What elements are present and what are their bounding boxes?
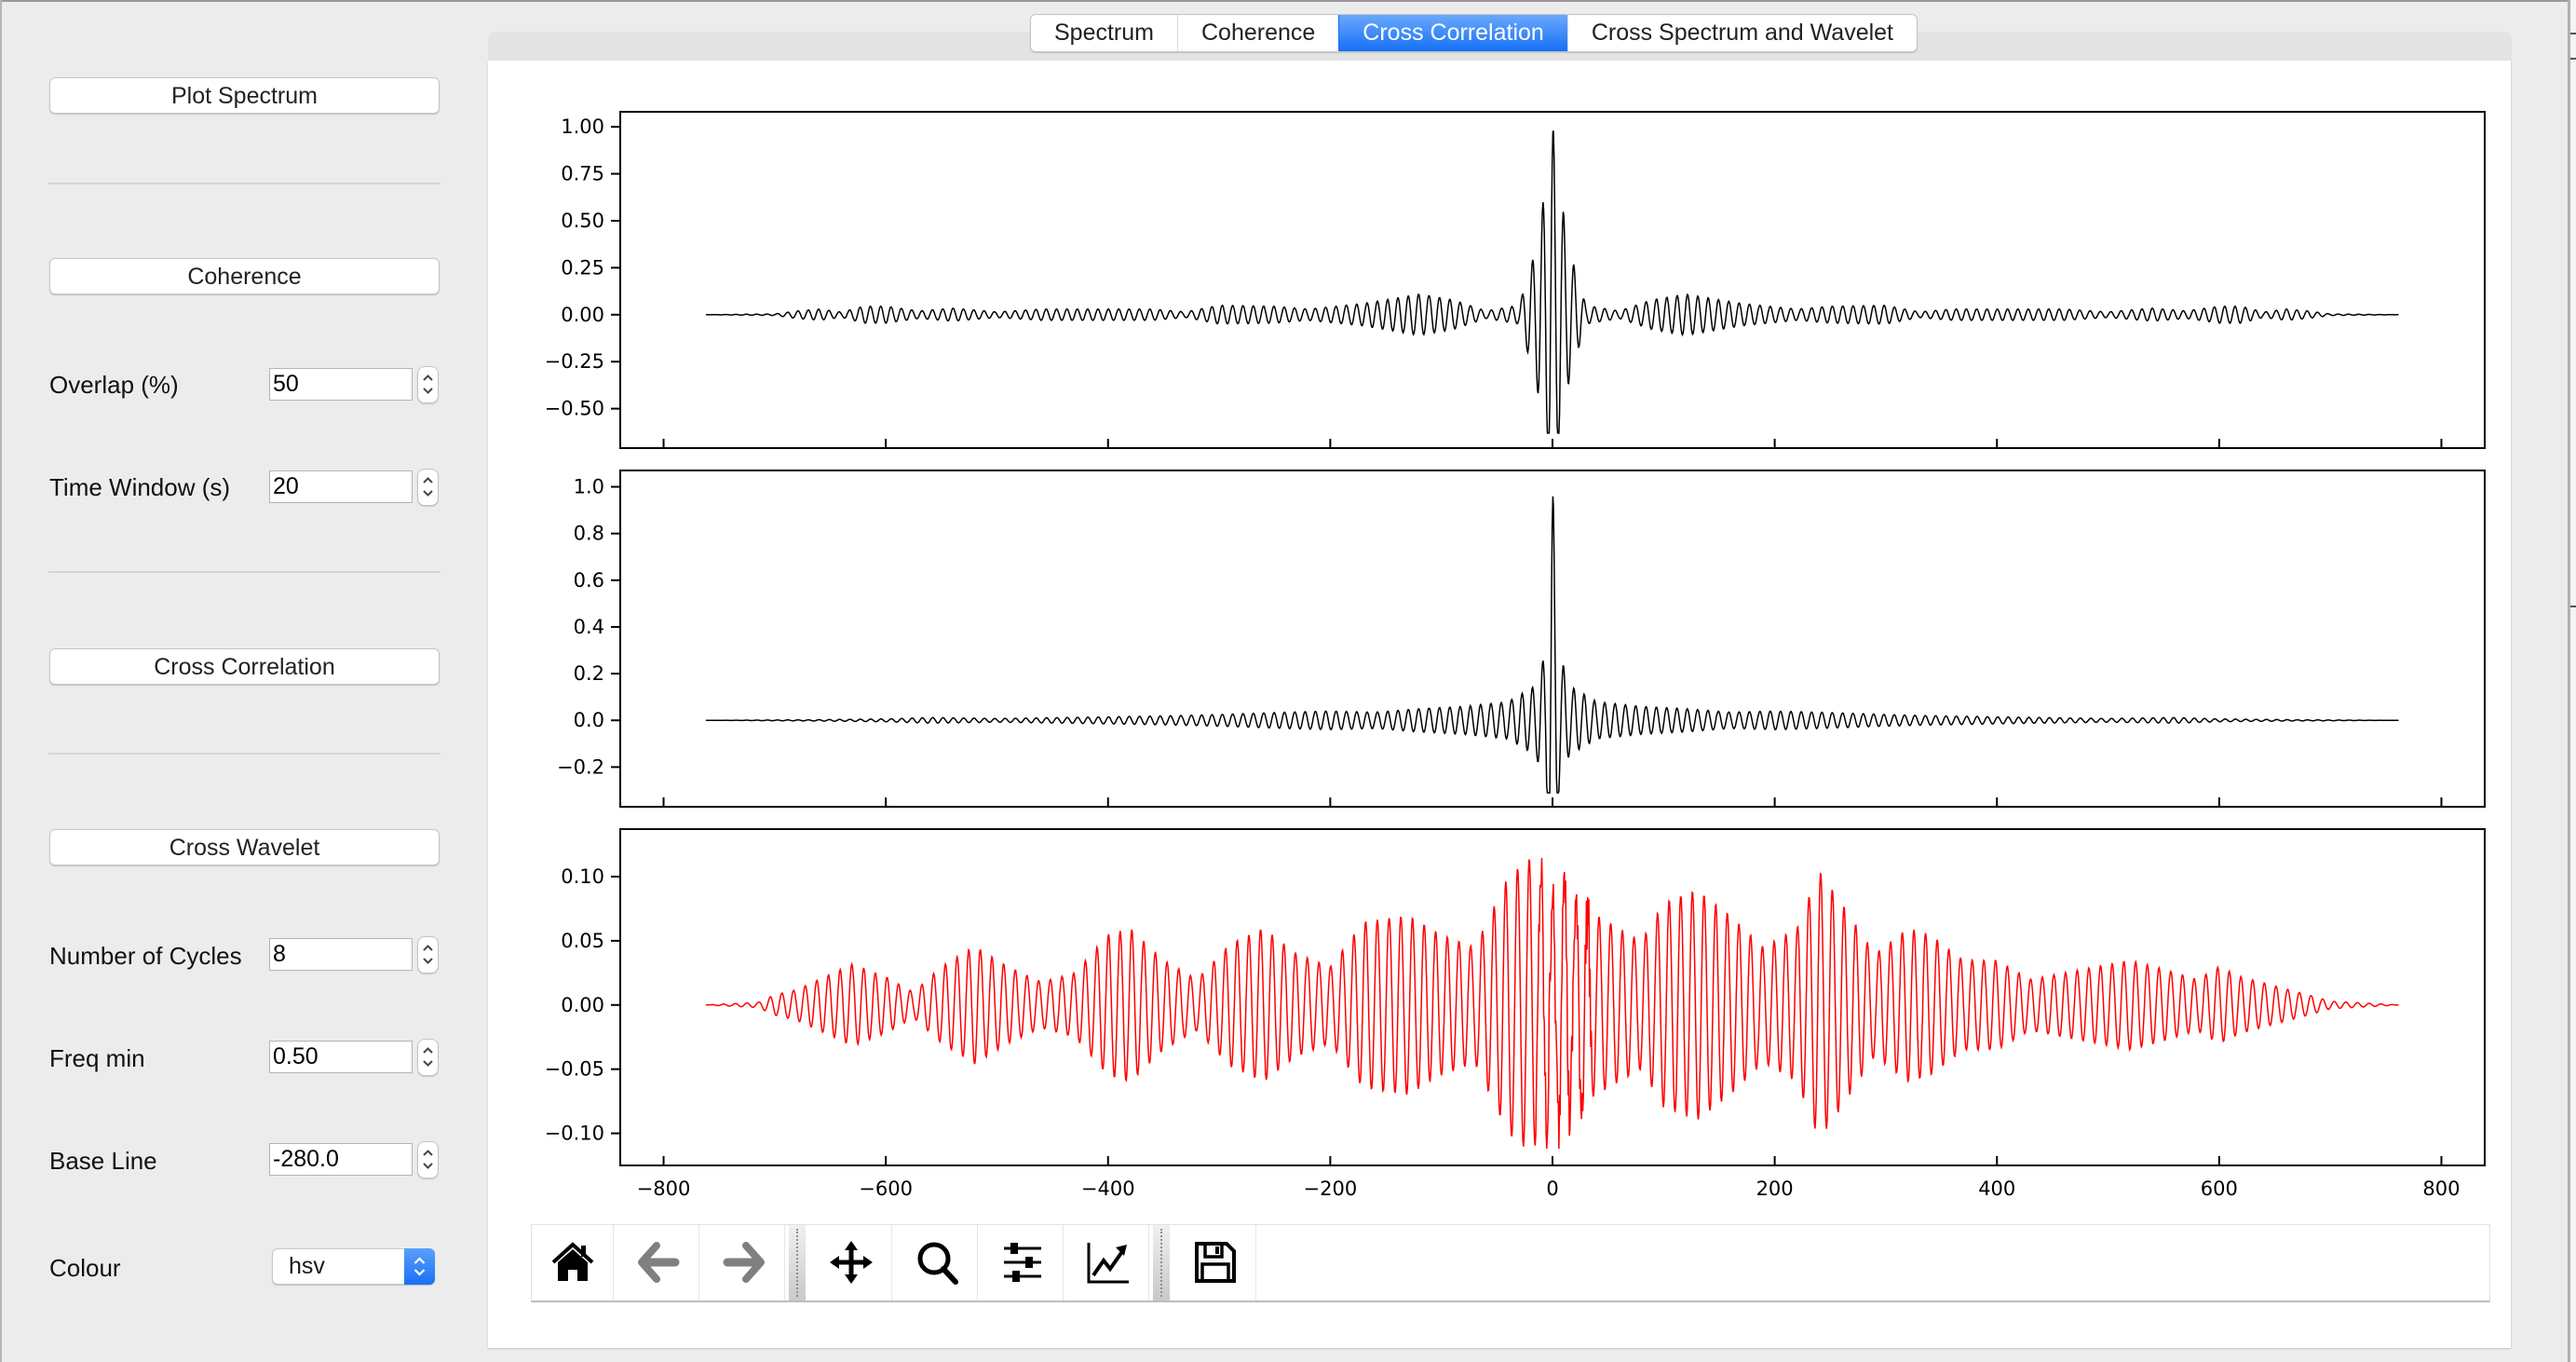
x-tick-label: 600 — [2201, 1178, 2238, 1200]
x-tick-label: −200 — [1304, 1178, 1358, 1200]
stepper-arrows-icon — [423, 1047, 433, 1067]
y-tick-label: 0.75 — [561, 163, 604, 185]
number-of-cycles-stepper[interactable] — [417, 936, 439, 974]
magnifier-icon — [917, 1242, 958, 1285]
overlap-input[interactable]: 50 — [269, 368, 413, 401]
coherence-button[interactable]: Coherence — [49, 258, 440, 294]
x-tick-label: −400 — [1081, 1178, 1135, 1200]
window-left-border — [0, 0, 2, 1362]
colour-select-value: hsv — [289, 1253, 325, 1279]
matplotlib-figure[interactable]: 1.000.750.500.250.00−0.25−0.501.00.80.60… — [488, 82, 2511, 1219]
y-tick-label: 0.05 — [561, 930, 604, 952]
stepper-arrows-icon — [423, 375, 433, 394]
axes-frame — [619, 828, 2486, 1166]
time-window-label: Time Window (s) — [49, 473, 231, 501]
x-tick-label: 200 — [1756, 1178, 1794, 1200]
y-tick-label: −0.50 — [545, 398, 604, 420]
x-tick-label: 400 — [1978, 1178, 2015, 1200]
home-icon — [551, 1242, 594, 1281]
back-button[interactable] — [617, 1225, 698, 1301]
window-top-border — [0, 0, 2570, 2]
y-tick-label: 1.00 — [561, 116, 604, 138]
move-icon — [830, 1241, 873, 1284]
toolbar-separator — [789, 1225, 806, 1301]
divider — [48, 571, 441, 573]
y-tick-label: 0.00 — [561, 994, 604, 1016]
home-button[interactable] — [532, 1225, 613, 1301]
tab-coherence[interactable]: Coherence — [1176, 15, 1338, 51]
divider — [48, 183, 441, 184]
navigation-toolbar — [531, 1224, 2490, 1302]
cross-wavelet-button[interactable]: Cross Wavelet — [49, 829, 440, 865]
number-of-cycles-label: Number of Cycles — [49, 942, 242, 970]
y-tick-label: 0.10 — [561, 865, 604, 888]
stepper-arrows-icon — [423, 1150, 433, 1169]
colour-label: Colour — [49, 1254, 121, 1282]
base-line-label: Base Line — [49, 1147, 157, 1175]
y-tick-label: 0.6 — [574, 569, 604, 592]
freq-min-stepper[interactable] — [417, 1039, 439, 1076]
zoom-button[interactable] — [896, 1225, 977, 1301]
arrow-left-icon — [638, 1242, 680, 1283]
axes-1[interactable]: 1.00 0.75 0.50 0.25 0.00 −0.25 −0.50 — [545, 111, 2486, 449]
axes-2[interactable]: 1.0 0.8 0.6 0.4 0.2 0.0 −0.2 — [557, 470, 2486, 808]
divider — [48, 753, 441, 755]
toolbar-separator — [1153, 1225, 1170, 1301]
time-window-input[interactable]: 20 — [269, 470, 413, 503]
number-of-cycles-input[interactable]: 8 — [269, 938, 413, 971]
arrow-right-icon — [723, 1242, 765, 1283]
tab-cross-spectrum-and-wavelet[interactable]: Cross Spectrum and Wavelet — [1566, 15, 1917, 51]
y-tick-label: −0.05 — [545, 1058, 604, 1081]
y-tick-label: 0.00 — [561, 304, 604, 326]
series-line-1 — [705, 130, 2399, 434]
base-line-input[interactable]: -280.0 — [269, 1143, 413, 1176]
base-line-stepper[interactable] — [417, 1141, 439, 1178]
axes-3[interactable]: −800 −600 −400 −200 0 200 400 600 800 0.10 0.05 0.0… — [545, 828, 2486, 1200]
freq-min-input[interactable]: 0.50 — [269, 1041, 413, 1073]
save-button[interactable] — [1174, 1225, 1255, 1301]
freq-min-label: Freq min — [49, 1044, 145, 1072]
chevron-up-down-icon — [414, 1257, 426, 1276]
overlap-label: Overlap (%) — [49, 371, 179, 399]
edit-axes-button[interactable] — [1067, 1225, 1148, 1301]
y-tick-label: 1.0 — [574, 476, 604, 498]
floppy-disk-icon — [1195, 1242, 1236, 1283]
stepper-arrows-icon — [423, 945, 433, 964]
pan-button[interactable] — [810, 1225, 891, 1301]
stepper-arrows-icon — [423, 477, 433, 497]
tab-cross-correlation[interactable]: Cross Correlation — [1338, 15, 1567, 51]
y-tick-label: −0.2 — [557, 756, 604, 778]
background-window-edge — [2570, 0, 2576, 1362]
y-tick-label: 0.2 — [574, 662, 604, 685]
overlap-stepper[interactable] — [417, 366, 439, 403]
y-tick-label: 0.0 — [574, 709, 604, 731]
tab-spectrum[interactable]: Spectrum — [1031, 15, 1177, 51]
configure-subplots-button[interactable] — [982, 1225, 1063, 1301]
line-chart-icon — [1087, 1243, 1129, 1284]
y-tick-label: −0.10 — [545, 1123, 604, 1145]
forward-button[interactable] — [703, 1225, 784, 1301]
tab-bar: Spectrum Coherence Cross Correlation Cro… — [1030, 14, 1918, 52]
time-window-stepper[interactable] — [417, 469, 439, 506]
plot-spectrum-button[interactable]: Plot Spectrum — [49, 77, 440, 114]
x-tick-label: 800 — [2422, 1178, 2460, 1200]
x-tick-label: 0 — [1546, 1178, 1558, 1200]
x-tick-label: −800 — [637, 1178, 691, 1200]
y-tick-label: 0.25 — [561, 256, 604, 279]
series-line-3 — [705, 857, 2399, 1150]
y-tick-label: −0.25 — [545, 350, 604, 373]
select-button — [404, 1248, 435, 1285]
y-tick-label: 0.4 — [574, 616, 604, 638]
colour-select[interactable]: hsv — [272, 1248, 435, 1285]
series-line-2 — [705, 496, 2399, 794]
sliders-icon — [1004, 1243, 1041, 1282]
x-tick-label: −600 — [859, 1178, 913, 1200]
y-tick-label: 0.8 — [574, 523, 604, 545]
y-tick-label: 0.50 — [561, 210, 604, 232]
cross-correlation-button[interactable]: Cross Correlation — [49, 648, 440, 685]
